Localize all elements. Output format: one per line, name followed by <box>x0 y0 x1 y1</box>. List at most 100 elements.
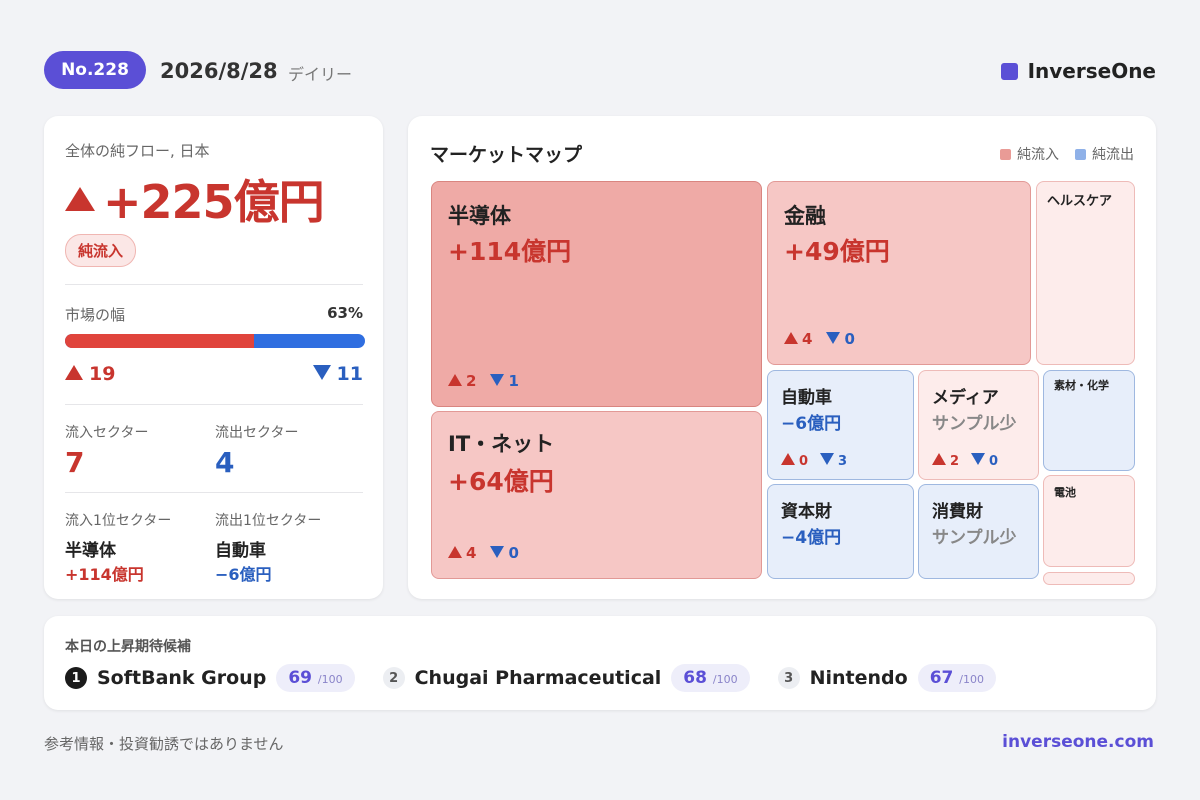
top-outflow-sector: 流出1位セクター 自動車 −6億円 <box>215 510 321 585</box>
breadth-bar-fill <box>65 334 254 348</box>
tile-small-unlabeled[interactable] <box>1043 572 1135 585</box>
tile-value: +49億円 <box>784 237 890 266</box>
decliners-value: 11 <box>336 363 363 385</box>
score-max: /100 <box>712 673 738 686</box>
tile-name: メディア <box>932 388 999 408</box>
tile-down-count: 0 <box>844 330 855 348</box>
candidates-list: 1 SoftBank Group 69 /100 2 Chugai Pharma… <box>65 664 996 692</box>
candidate-name: SoftBank Group <box>97 667 267 689</box>
breadth-row: 市場の幅 63% <box>65 304 363 325</box>
breadth-bar <box>65 334 365 348</box>
down-arrow-icon <box>490 374 505 386</box>
outflow-swatch-icon <box>1075 149 1086 160</box>
candidate-item[interactable]: 1 SoftBank Group 69 /100 <box>65 664 355 692</box>
tile-name: 素材・化学 <box>1054 379 1109 392</box>
tile-materials[interactable]: 素材・化学 <box>1043 370 1135 471</box>
up-arrow-icon <box>65 365 83 380</box>
tile-healthcare[interactable]: ヘルスケア <box>1036 181 1135 365</box>
tile-name: ヘルスケア <box>1047 194 1113 209</box>
advancers-value: 19 <box>89 363 116 385</box>
tile-semiconductor[interactable]: 半導体 +114億円 2 1 <box>431 181 762 407</box>
tile-value: サンプル少 <box>932 414 1017 434</box>
tile-automobile[interactable]: 自動車 −6億円 0 3 <box>767 370 914 480</box>
top-inflow-name: 半導体 <box>65 541 116 561</box>
market-map-title: マーケットマップ <box>430 144 583 166</box>
tile-down-count: 1 <box>508 372 519 390</box>
inflow-swatch-icon <box>1000 149 1011 160</box>
candidates-card: 本日の上昇期待候補 1 SoftBank Group 69 /100 2 Chu… <box>44 616 1156 710</box>
candidate-score: 68 /100 <box>671 664 750 692</box>
tile-battery[interactable]: 電池 <box>1043 475 1135 567</box>
tile-up-count: 2 <box>950 454 960 469</box>
outflow-sectors-label: 流出セクター <box>215 425 299 441</box>
site-link[interactable]: inverseone.com <box>1002 732 1154 752</box>
tile-counts: 4 0 <box>448 544 519 562</box>
tile-counts: 2 1 <box>448 372 519 390</box>
up-arrow-icon <box>932 453 946 465</box>
tile-counts: 2 0 <box>932 453 998 469</box>
tile-name: 消費財 <box>932 502 983 522</box>
legend-outflow: 純流出 <box>1075 144 1134 164</box>
divider <box>65 284 363 285</box>
tile-value: +114億円 <box>448 237 572 266</box>
tile-name: 自動車 <box>781 388 832 408</box>
tile-name: 金融 <box>784 204 826 228</box>
up-arrow-icon <box>65 187 95 211</box>
score-value: 69 <box>288 668 312 688</box>
total-flow-label: 全体の純フロー, 日本 <box>65 142 210 160</box>
tile-consumer-goods[interactable]: 消費財 サンプル少 <box>918 484 1039 579</box>
tile-value: +64億円 <box>448 467 554 496</box>
tile-capital-goods[interactable]: 資本財 −4億円 <box>767 484 914 579</box>
tile-up-count: 2 <box>466 372 477 390</box>
decliners-count: 11 <box>312 363 363 385</box>
outflow-sectors-count: 4 <box>215 446 235 479</box>
tile-finance[interactable]: 金融 +49億円 4 0 <box>767 181 1031 365</box>
down-arrow-icon <box>971 453 986 465</box>
total-flow-amount: +225億円 <box>103 175 325 229</box>
score-value: 67 <box>929 668 954 688</box>
up-arrow-icon <box>448 546 462 558</box>
candidate-score: 67 /100 <box>917 664 996 692</box>
tile-up-count: 4 <box>466 544 477 562</box>
issue-badge: No.228 <box>44 51 146 89</box>
tile-it-net[interactable]: IT・ネット +64億円 4 0 <box>431 411 762 579</box>
rank-badge: 3 <box>777 667 800 689</box>
tile-counts: 4 0 <box>784 330 855 348</box>
tile-counts: 0 3 <box>781 453 847 469</box>
report-type: デイリー <box>288 65 353 84</box>
candidate-item[interactable]: 2 Chugai Pharmaceutical 68 /100 <box>382 664 750 692</box>
rank-badge: 2 <box>382 667 405 689</box>
legend-inflow-label: 純流入 <box>1017 147 1059 163</box>
breadth-counts: 19 11 <box>65 363 363 385</box>
brand-logo-icon <box>1000 62 1018 80</box>
score-max: /100 <box>959 673 984 686</box>
tile-media[interactable]: メディア サンプル少 2 0 <box>918 370 1039 480</box>
top-outflow-label: 流出1位セクター <box>215 513 322 529</box>
advancers-count: 19 <box>65 363 115 385</box>
up-arrow-icon <box>784 332 798 344</box>
up-arrow-icon <box>448 374 462 386</box>
tile-up-count: 0 <box>799 454 809 469</box>
candidate-name: Nintendo <box>809 667 908 689</box>
outflow-sectors: 流出セクター 4 <box>215 422 298 479</box>
candidate-item[interactable]: 3 Nintendo 67 /100 <box>777 664 996 692</box>
header: No.228 2026/8/28 デイリー InverseOne <box>44 51 1156 91</box>
market-map-legend: 純流入 純流出 <box>1000 144 1134 164</box>
legend-inflow: 純流入 <box>1000 144 1059 164</box>
candidate-score: 69 /100 <box>276 664 355 692</box>
candidates-title: 本日の上昇期待候補 <box>65 639 191 655</box>
tile-value: −6億円 <box>781 414 842 434</box>
brand[interactable]: InverseOne <box>1000 59 1156 83</box>
divider <box>65 404 363 405</box>
status-wrap: 純流入 <box>65 234 363 267</box>
down-arrow-icon <box>820 453 835 465</box>
down-arrow-icon <box>490 546 505 558</box>
top-inflow-label: 流入1位セクター <box>65 513 172 529</box>
down-arrow-icon <box>312 365 331 380</box>
inflow-sectors-label: 流入セクター <box>65 425 149 441</box>
tile-name: 電池 <box>1054 486 1076 499</box>
brand-name: InverseOne <box>1027 59 1156 83</box>
inflow-sectors-count: 7 <box>65 446 85 479</box>
tile-name: 半導体 <box>448 204 511 228</box>
tile-down-count: 3 <box>838 454 848 469</box>
